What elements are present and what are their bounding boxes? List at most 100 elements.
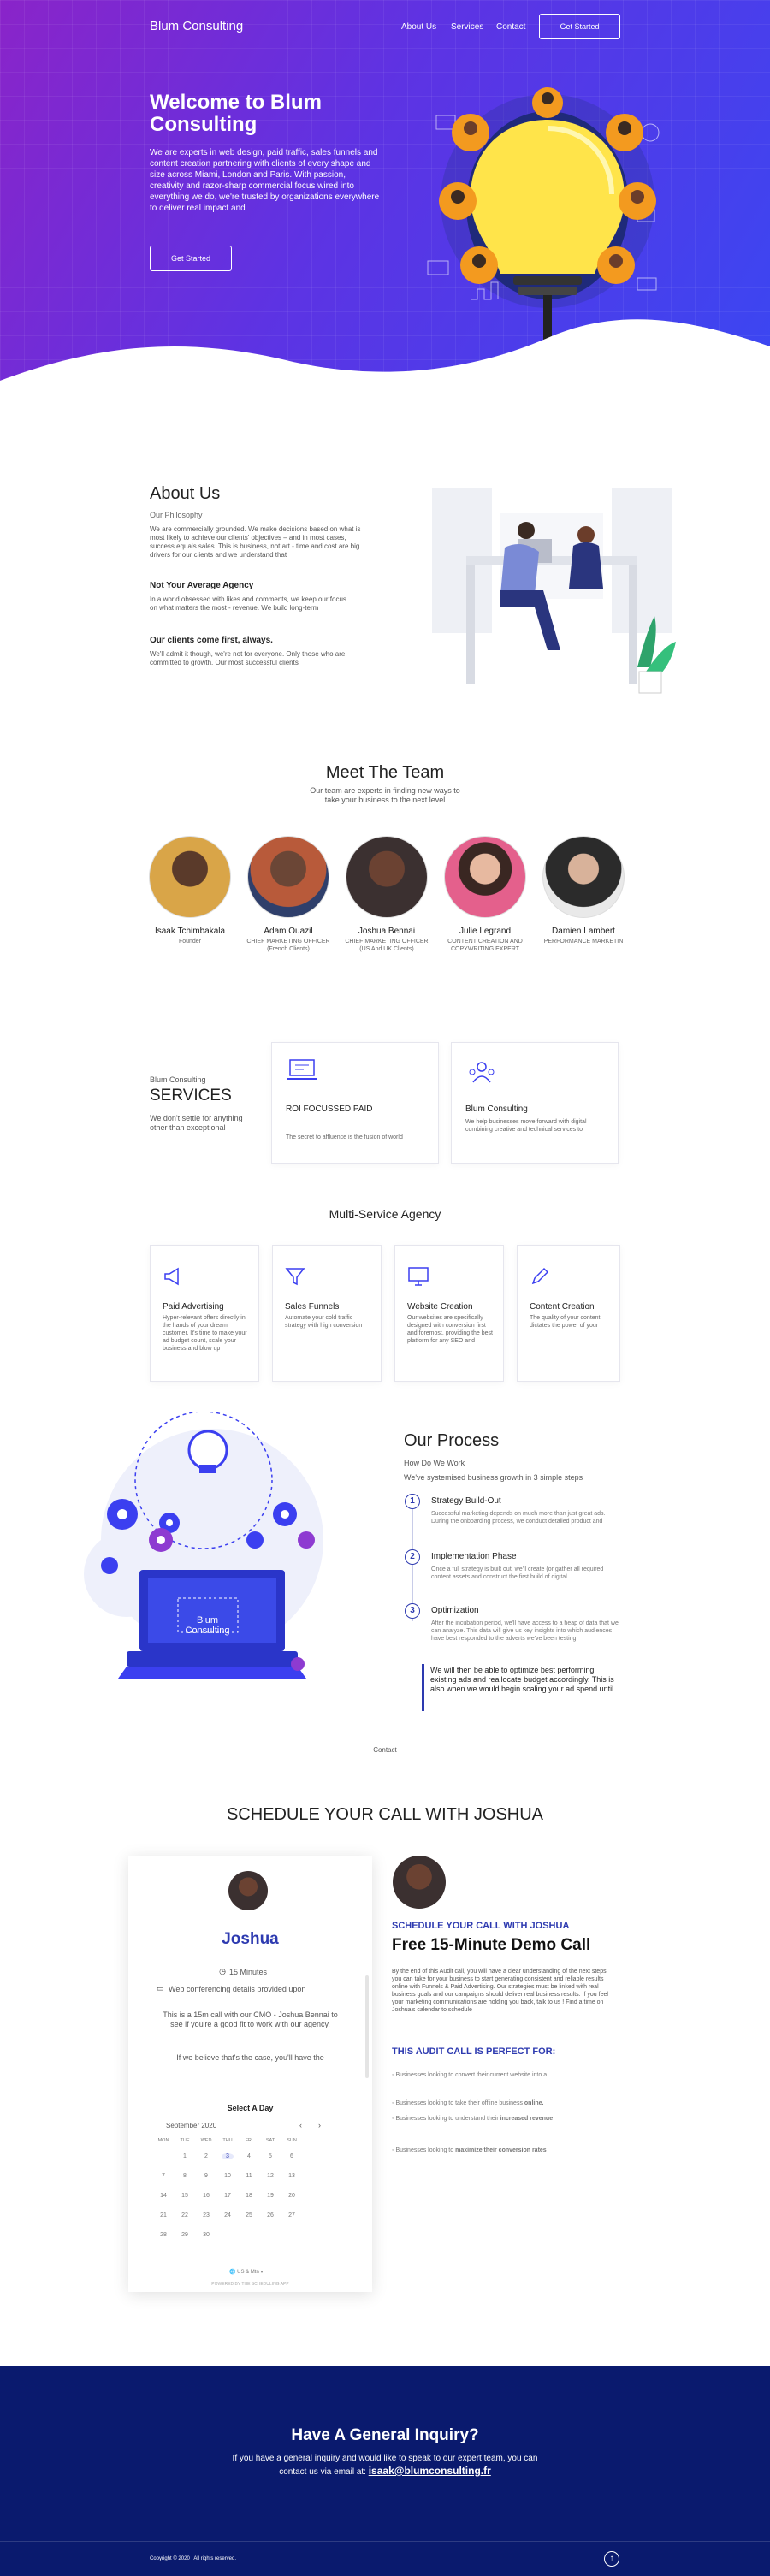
month-label: September 2020 xyxy=(166,2122,217,2129)
weekday-label: WED xyxy=(200,2138,212,2143)
step-text: Successful marketing depends on much mor… xyxy=(431,1511,606,1525)
calendar-day[interactable]: 14 xyxy=(157,2193,169,2199)
avatar xyxy=(444,836,526,918)
step-text: After the incubation period, we'll have … xyxy=(431,1620,619,1642)
avatar xyxy=(393,1856,446,1909)
perfect-item-3: ◦ Businesses looking to understand their… xyxy=(392,2116,554,2122)
calendar-day[interactable]: 29 xyxy=(179,2232,191,2238)
calendar-day[interactable]: 4 xyxy=(243,2153,255,2159)
prev-month-button[interactable]: ‹ xyxy=(299,2121,302,2129)
calendar-day[interactable]: 9 xyxy=(200,2173,212,2179)
multi-card-content[interactable]: Content Creation The quality of your con… xyxy=(517,1245,620,1382)
process-intro: We've systemised business growth in 3 si… xyxy=(404,1473,583,1482)
calendar-day[interactable]: 3 xyxy=(222,2153,234,2159)
calendar-day[interactable]: 18 xyxy=(243,2193,255,2199)
hero-wave xyxy=(0,319,770,445)
duration-label: 15 Minutes xyxy=(229,1968,268,1976)
team-member-3: Joshua Bennai CHIEF MARKETING OFFICER (U… xyxy=(340,836,434,953)
member-role: CONTENT CREATION AND COPYWRITING EXPERT xyxy=(447,939,523,952)
calendar-day[interactable]: 12 xyxy=(264,2173,276,2179)
perfect-item-1: ◦ Businesses looking to convert their cu… xyxy=(392,2072,548,2078)
member-role: CHIEF MARKETING OFFICER (US And UK Clien… xyxy=(345,939,429,952)
calendar-day[interactable]: 26 xyxy=(264,2212,276,2218)
about-subheading-2: Our clients come first, always. xyxy=(150,636,273,645)
monitor-icon xyxy=(408,1267,429,1286)
member-name: Isaak Tchimbakala xyxy=(154,927,226,936)
card-title: Content Creation xyxy=(530,1302,595,1312)
timezone-select[interactable]: 🌐 US & Mtn ▾ xyxy=(229,2269,264,2275)
calendar-day[interactable]: 10 xyxy=(222,2173,234,2179)
perfect-item-4: ◦ Businesses looking to maximize their c… xyxy=(392,2147,547,2153)
calendar-day[interactable]: 15 xyxy=(179,2193,191,2199)
about-subheading-1: Not Your Average Agency xyxy=(150,581,254,590)
booking-widget: Joshua ◷ 15 Minutes ▭ Web conferencing d… xyxy=(128,1856,372,2292)
contact-title: SCHEDULE YOUR CALL WITH JOSHUA xyxy=(226,1805,544,1824)
calendar-day[interactable]: 25 xyxy=(243,2212,255,2218)
calendar-day[interactable]: 13 xyxy=(286,2173,298,2179)
card-title: Blum Consulting xyxy=(465,1104,528,1114)
member-name: Joshua Bennai xyxy=(358,927,416,936)
card-title: Sales Funnels xyxy=(285,1302,340,1312)
host-name: Joshua xyxy=(222,1930,279,1948)
calendar-day[interactable]: 27 xyxy=(286,2212,298,2218)
calendar-day[interactable]: 5 xyxy=(264,2153,276,2159)
scroll-top-button[interactable]: ↑ xyxy=(604,2551,619,2567)
video-icon: ▭ xyxy=(157,1984,164,1993)
select-day-label: Select A Day xyxy=(227,2104,274,2112)
calendar-day[interactable]: 28 xyxy=(157,2232,169,2238)
about-text: We are commercially grounded. We make de… xyxy=(150,525,361,559)
member-name: Adam Ouazil xyxy=(264,927,313,936)
team-member-5: Damien Lambert PERFORMANCE MARKETIN xyxy=(536,836,631,945)
calendar-day[interactable]: 17 xyxy=(222,2193,234,2199)
laptop-icon xyxy=(287,1059,317,1080)
services-text: We don't settle for anything other than … xyxy=(150,1114,243,1132)
service-card-roi[interactable]: ROI FOCUSSED PAID The secret to affluenc… xyxy=(271,1042,439,1164)
calendar-day[interactable]: 6 xyxy=(286,2153,298,2159)
booking-description-2: If we believe that's the case, you'll ha… xyxy=(176,2053,324,2062)
inquiry-email-link[interactable]: isaak@blumconsulting.fr xyxy=(369,2465,491,2477)
demo-kicker: SCHEDULE YOUR CALL WITH JOSHUA xyxy=(392,1921,570,1931)
weekday-label: SAT xyxy=(265,2138,275,2143)
avatar xyxy=(247,836,329,918)
scrollbar[interactable] xyxy=(365,1975,369,2078)
calendar-day[interactable]: 19 xyxy=(264,2193,276,2199)
calendar-day[interactable]: 2 xyxy=(200,2153,212,2159)
card-text: Our websites are specifically designed w… xyxy=(407,1315,494,1344)
card-text: Automate your cold traffic strategy with… xyxy=(285,1315,363,1329)
calendar-day[interactable]: 1 xyxy=(179,2153,191,2159)
calendar-day[interactable]: 16 xyxy=(200,2193,212,2199)
footer-divider xyxy=(0,2541,770,2542)
process-title: Our Process xyxy=(404,1431,500,1450)
service-card-blum[interactable]: Blum Consulting We help businesses move … xyxy=(451,1042,619,1164)
member-name: Julie Legrand xyxy=(459,927,512,936)
step-title: Strategy Build-Out xyxy=(431,1496,501,1506)
calendar-day[interactable]: 8 xyxy=(179,2173,191,2179)
calendar-day[interactable]: 20 xyxy=(286,2193,298,2199)
weekday-label: THU xyxy=(222,2138,233,2143)
weekday-label: TUE xyxy=(180,2138,190,2143)
about-text-3: We'll admit it though, we're not for eve… xyxy=(150,650,346,666)
card-title: Paid Advertising xyxy=(163,1302,224,1312)
calendar-day[interactable]: 21 xyxy=(157,2212,169,2218)
calendar-day[interactable]: 7 xyxy=(157,2173,169,2179)
calendar-day[interactable]: 24 xyxy=(222,2212,234,2218)
process-subtitle: How Do We Work xyxy=(404,1459,465,1467)
team-title: Meet The Team xyxy=(325,763,445,782)
team-subtitle: Our team are experts in finding new ways… xyxy=(310,786,460,804)
next-month-button[interactable]: › xyxy=(318,2121,321,2129)
team-icon xyxy=(469,1062,495,1083)
calendar-day[interactable]: 23 xyxy=(200,2212,212,2218)
booking-description: This is a 15m call with our CMO - Joshua… xyxy=(163,2010,338,2028)
calendar-day[interactable]: 30 xyxy=(200,2232,212,2238)
step-number: 3 xyxy=(405,1603,420,1619)
timezone-label: US & Mtn xyxy=(237,2270,259,2275)
funnel-icon xyxy=(285,1268,305,1286)
demo-title: Free 15-Minute Demo Call xyxy=(392,1936,591,1954)
multi-card-funnels[interactable]: Sales Funnels Automate your cold traffic… xyxy=(272,1245,382,1382)
card-text: We help businesses move forward with dig… xyxy=(465,1119,587,1133)
calendar-day[interactable]: 22 xyxy=(179,2212,191,2218)
multi-card-website[interactable]: Website Creation Our websites are specif… xyxy=(394,1245,504,1382)
calendar-day[interactable]: 11 xyxy=(243,2173,255,2179)
multi-card-paid[interactable]: Paid Advertising Hyper-relevant offers d… xyxy=(150,1245,259,1382)
office-illustration xyxy=(432,488,676,694)
